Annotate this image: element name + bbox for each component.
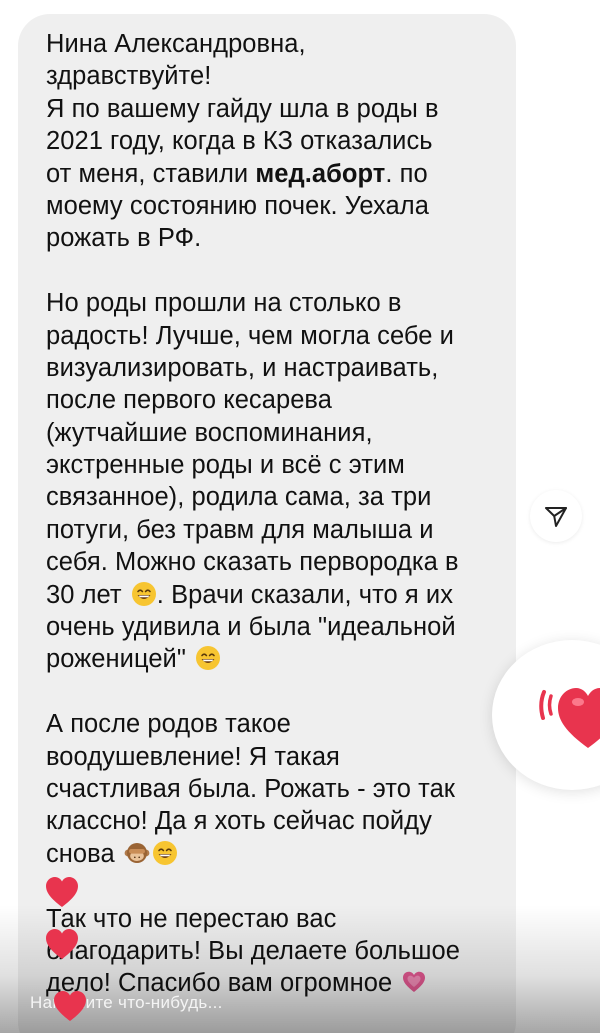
message-line: радость! Лучше, чем могла себе и xyxy=(46,321,454,350)
message-line: счастливая была. Рожать - это так xyxy=(46,774,456,803)
message-line: Я по вашему гайду шла в роды в xyxy=(46,94,439,123)
floating-heart-icon xyxy=(54,991,86,1021)
message-line: (жутчайшие воспоминания, xyxy=(46,418,373,447)
message-line: потуги, без травм для малыша и xyxy=(46,515,434,544)
message-line: моему состоянию почек. Уехала xyxy=(46,191,429,220)
see-no-evil-monkey-emoji xyxy=(124,842,150,863)
message-line: 30 лет . Врачи сказали, что я их xyxy=(46,579,516,611)
message-line: очень удивила и была "идеальной xyxy=(46,613,456,642)
message-bold-term: мед.аборт xyxy=(255,159,386,188)
message-line: рожать в РФ. xyxy=(46,224,202,253)
message-line: Нина Александровна, xyxy=(46,30,306,58)
message-fragment: 30 лет xyxy=(46,580,122,609)
message-line: визуализировать, и настраивать, xyxy=(46,353,439,382)
message-line: благодарить! Вы делаете большое xyxy=(46,936,460,965)
message-fragment: роженицей" xyxy=(46,645,186,674)
growing-heart-emoji xyxy=(403,972,426,993)
message-line: воодушевление! Я такая xyxy=(46,742,340,771)
message-fragment: . Врачи сказали, что я их xyxy=(156,580,454,609)
message-line: роженицей" xyxy=(46,643,516,675)
heart-icon xyxy=(539,688,600,748)
grinning-face-emoji xyxy=(152,840,177,865)
message-line: связанное), родила сама, за три xyxy=(46,483,432,512)
message-line: экстренные роды и всё с этим xyxy=(46,451,405,480)
message-line: после первого кесарева xyxy=(46,386,332,415)
grinning-face-emoji xyxy=(196,646,221,671)
paper-plane-icon xyxy=(545,507,567,527)
message-line: от меня, ставили мед.аборт. по xyxy=(46,158,516,190)
message-line: А после родов такое xyxy=(46,710,291,739)
message-spacer xyxy=(46,870,516,902)
message-line: Но роды прошли на столько в xyxy=(46,289,402,318)
grinning-face-emoji xyxy=(131,581,156,606)
message-fragment: . по xyxy=(385,159,428,188)
story-reply-screen: Нина Александровна, здравствуйте! Я по в… xyxy=(0,0,600,1033)
floating-heart-icon xyxy=(46,877,78,907)
share-button[interactable] xyxy=(530,490,582,542)
message-line: снова xyxy=(46,838,516,870)
message-text: Нина Александровна, здравствуйте! Я по в… xyxy=(46,28,516,1000)
message-spacer xyxy=(46,255,516,287)
message-line: классно! Да я хоть сейчас пойду xyxy=(46,807,432,836)
floating-heart-icon xyxy=(46,929,78,959)
message-line: здравствуйте! xyxy=(46,62,212,91)
message-line: Так что не перестаю вас xyxy=(46,904,337,933)
message-fragment: снова xyxy=(46,839,115,868)
message-fragment: от меня, ставили xyxy=(46,159,249,188)
message-line: себя. Можно сказать первородка в xyxy=(46,548,459,577)
message-spacer xyxy=(46,676,516,708)
message-line: 2021 году, когда в КЗ отказались xyxy=(46,127,433,156)
